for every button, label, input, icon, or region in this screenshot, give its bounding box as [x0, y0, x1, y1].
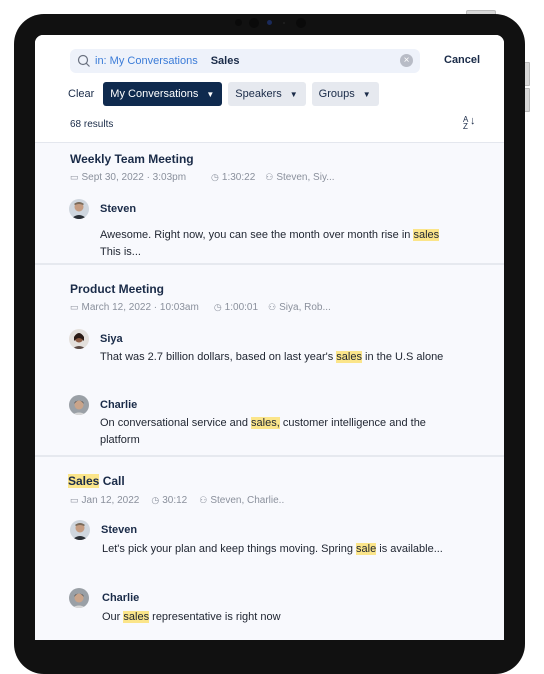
caret-down-icon: ▼: [206, 89, 215, 99]
conversation-date: March 12, 2022 · 10:03am: [81, 302, 199, 313]
speaker-row: Steven: [70, 520, 137, 540]
calendar-icon: ▭: [70, 302, 79, 312]
match-highlight: sales: [336, 351, 362, 363]
conversation-card[interactable]: Weekly Team Meeting ▭ Sept 30, 2022 · 3:…: [35, 143, 504, 263]
search-query: Sales: [210, 55, 240, 67]
speaker-name: Steven: [100, 203, 137, 215]
snippet-text: On conversational service and: [100, 417, 252, 429]
avatar-charlie: [69, 395, 89, 415]
screen: in: My Conversations Sales × Cancel Clea…: [35, 35, 504, 640]
chip-label: My Conversations: [110, 88, 199, 100]
filter-bar: Clear My Conversations ▼ Speakers ▼ Grou…: [68, 82, 385, 106]
results-count: 68 results: [70, 119, 114, 130]
conversation-duration: 1:00:01: [224, 302, 259, 313]
avatar-charlie: [69, 588, 89, 608]
calendar-icon: ▭: [70, 172, 79, 182]
conversation-meta: ▭ Jan 12, 2022 ◷ 30:12 ⚇ Steven, Charlie…: [70, 495, 284, 506]
conversation-participants: Siya, Rob...: [279, 302, 331, 313]
title-text: Call: [99, 474, 125, 488]
transcript-snippet: Let's pick your plan and keep things mov…: [102, 541, 447, 558]
conversation-title: Sales Call: [68, 474, 125, 488]
participants-icon: ⚇: [268, 302, 277, 312]
speaker-row: Steven: [69, 199, 136, 219]
search-scope: in: My Conversations: [95, 55, 198, 67]
conversation-participants: Steven, Charlie..: [210, 495, 285, 506]
avatar-siya: [69, 329, 89, 349]
snippet-text: Let's pick your plan and keep things mov…: [102, 543, 357, 555]
search-input[interactable]: in: My Conversations Sales ×: [70, 49, 420, 73]
cancel-button[interactable]: Cancel: [444, 54, 480, 66]
conversation-card[interactable]: Sales Call ▭ Jan 12, 2022 ◷ 30:12 ⚇ Stev…: [35, 457, 504, 640]
snippet-text: representative is right now: [149, 611, 281, 623]
snippet-text: This is...: [100, 245, 141, 258]
transcript-snippet: That was 2.7 billion dollars, based on l…: [100, 349, 445, 366]
camera-icon: [249, 18, 259, 28]
speaker-name: Siya: [100, 333, 123, 345]
speaker-name: Steven: [101, 524, 138, 536]
speaker-row: Charlie: [69, 395, 137, 415]
avatar-steven: [70, 520, 90, 540]
clear-search-icon[interactable]: ×: [400, 54, 413, 67]
mic-icon: [283, 22, 285, 24]
caret-down-icon: ▼: [289, 89, 298, 99]
filter-groups[interactable]: Groups ▼: [311, 82, 379, 106]
conversation-duration: 1:30:22: [221, 172, 256, 183]
conversation-participants: Steven, Siy...: [276, 172, 335, 183]
chip-label: Speakers: [235, 88, 282, 100]
filter-my-conversations[interactable]: My Conversations ▼: [103, 82, 223, 106]
clock-icon: ◷: [211, 172, 219, 182]
snippet-text: in the U.S alone: [361, 351, 444, 363]
conversation-date: Sept 30, 2022 · 3:03pm: [81, 172, 187, 183]
indicator-icon: [267, 20, 272, 25]
search-header: in: My Conversations Sales × Cancel Clea…: [35, 35, 504, 142]
transcript-snippet: Awesome. Right now, you can see the mont…: [100, 227, 445, 260]
snippet-text: Our: [102, 611, 124, 623]
clock-icon: ◷: [151, 495, 160, 505]
caret-down-icon: ▼: [362, 89, 371, 99]
participants-icon: ⚇: [265, 172, 274, 182]
conversation-duration: 30:12: [162, 495, 188, 506]
snippet-text: That was 2.7 billion dollars, based on l…: [100, 351, 337, 363]
clock-icon: ◷: [213, 302, 222, 312]
match-highlight: sales,: [251, 417, 280, 429]
match-highlight: sale: [356, 543, 377, 555]
transcript-snippet: On conversational service and sales, cus…: [100, 415, 445, 448]
match-highlight: Sales: [68, 474, 100, 488]
snippet-text: Awesome. Right now, you can see the mont…: [100, 229, 414, 241]
speaker-row: Siya: [69, 329, 123, 349]
clear-filters-button[interactable]: Clear: [68, 88, 94, 100]
sort-az-icon[interactable]: A Z ↓: [463, 116, 476, 131]
match-highlight: sales: [123, 611, 150, 623]
search-icon: [77, 54, 90, 67]
filter-speakers[interactable]: Speakers ▼: [228, 82, 306, 106]
conversation-card[interactable]: Product Meeting ▭ March 12, 2022 · 10:03…: [35, 265, 504, 455]
speaker-row: Charlie: [69, 588, 139, 608]
participants-icon: ⚇: [199, 495, 208, 505]
transcript-snippet: Our sales representative is right now: [102, 609, 447, 626]
sensor-icon: [235, 19, 242, 26]
conversation-meta: ▭ Sept 30, 2022 · 3:03pm ◷ 1:30:22 ⚇ Ste…: [70, 172, 335, 183]
conversation-title: Weekly Team Meeting: [70, 152, 194, 166]
speaker-name: Charlie: [102, 592, 140, 604]
avatar-steven: [69, 199, 89, 219]
lens-icon: [296, 18, 306, 28]
snippet-text: is available...: [376, 543, 443, 555]
calendar-icon: ▭: [70, 495, 79, 505]
conversation-title: Product Meeting: [70, 282, 165, 296]
speaker-name: Charlie: [100, 399, 138, 411]
conversation-meta: ▭ March 12, 2022 · 10:03am ◷ 1:00:01 ⚇ S…: [70, 302, 331, 313]
chip-label: Groups: [318, 88, 355, 100]
match-highlight: sales: [413, 229, 440, 241]
conversation-date: Jan 12, 2022: [81, 495, 140, 506]
